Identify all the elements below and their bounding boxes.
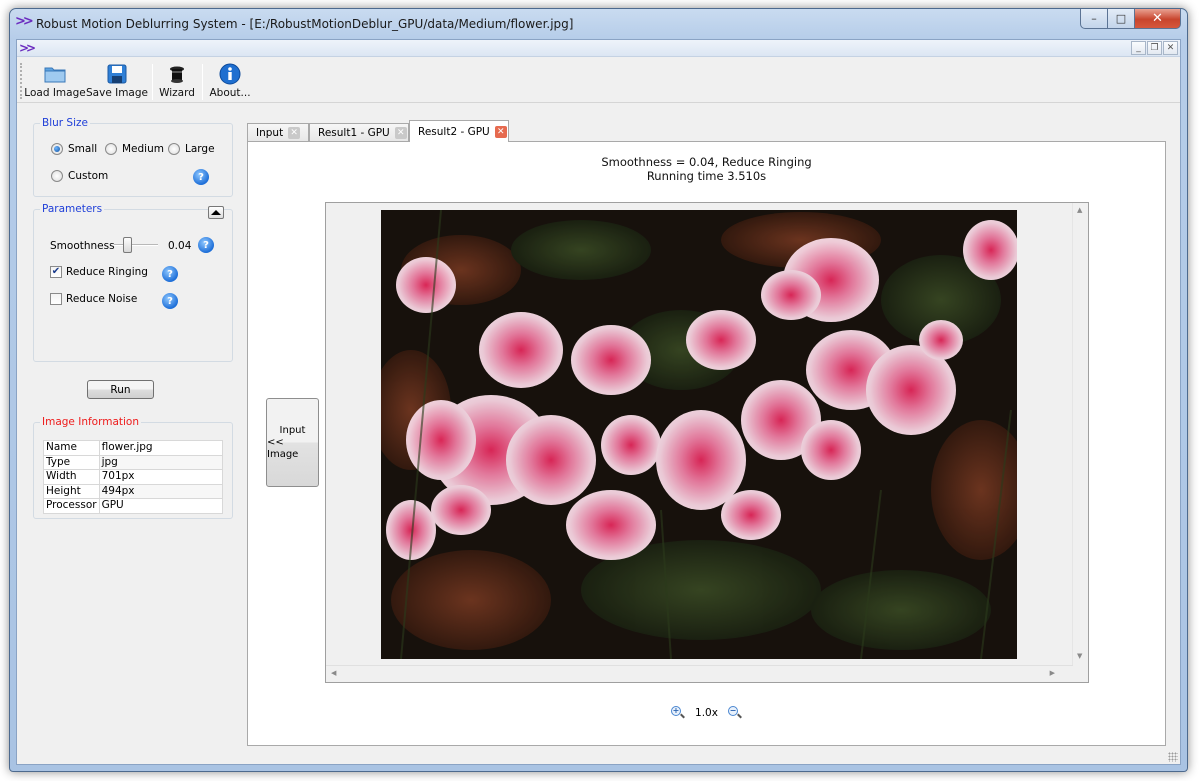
folder-icon bbox=[44, 63, 66, 85]
blur-size-title: Blur Size bbox=[40, 117, 90, 129]
checkbox-indicator bbox=[50, 293, 62, 305]
slider-track bbox=[114, 244, 158, 246]
blur-size-help-icon[interactable]: ? bbox=[193, 169, 209, 185]
mdi-restore-button[interactable]: ❐ bbox=[1147, 41, 1162, 55]
run-button[interactable]: Run bbox=[87, 380, 154, 399]
horizontal-scrollbar[interactable]: ◀ ▶ bbox=[326, 665, 1073, 682]
toolbar-separator bbox=[152, 64, 153, 100]
vertical-scrollbar[interactable]: ▲ ▼ bbox=[1072, 203, 1088, 666]
reduce-ringing-help-icon[interactable]: ? bbox=[162, 266, 178, 282]
floppy-disk-icon bbox=[106, 63, 128, 85]
save-image-button[interactable]: Save Image bbox=[86, 60, 148, 102]
zoom-controls: + 1.0x − bbox=[248, 706, 1165, 720]
wizard-button[interactable]: Wizard bbox=[157, 60, 197, 102]
table-row: Type jpg bbox=[43, 454, 224, 470]
slider-thumb[interactable] bbox=[123, 237, 132, 253]
tab-result2-gpu[interactable]: Result2 - GPU ✕ bbox=[409, 120, 509, 142]
result-caption-settings: Smoothness = 0.04, Reduce Ringing bbox=[601, 155, 812, 169]
switch-to-input-button[interactable]: Input << Image bbox=[266, 398, 319, 487]
about-button[interactable]: About... bbox=[207, 60, 253, 102]
radio-custom[interactable]: Custom bbox=[51, 170, 108, 182]
radio-small[interactable]: Small bbox=[51, 143, 97, 155]
radio-medium[interactable]: Medium bbox=[105, 143, 164, 155]
zoom-out-icon[interactable]: − bbox=[727, 706, 742, 720]
smoothness-slider[interactable] bbox=[114, 236, 158, 254]
result-image bbox=[381, 210, 1017, 659]
mdi-controls: _ ❐ ✕ bbox=[1131, 41, 1178, 55]
result-caption-time: Running time 3.510s bbox=[646, 169, 767, 183]
zoom-in-icon[interactable]: + bbox=[671, 706, 686, 720]
close-button[interactable]: ✕ bbox=[1135, 9, 1181, 29]
mdi-bar: >> _ ❐ ✕ bbox=[17, 40, 1180, 57]
window-title: Robust Motion Deblurring System - [E:/Ro… bbox=[36, 17, 574, 31]
reduce-noise-help-icon[interactable]: ? bbox=[162, 293, 178, 309]
reduce-noise-checkbox[interactable]: Reduce Noise bbox=[50, 293, 137, 305]
image-information-group: Image Information Name flower.jpg Type jpg… bbox=[33, 416, 233, 519]
resize-grip[interactable] bbox=[1168, 752, 1178, 762]
reduce-ringing-checkbox[interactable]: ✔ Reduce Ringing bbox=[50, 266, 148, 278]
tab-close-icon[interactable]: ✕ bbox=[288, 127, 301, 139]
tab-close-icon[interactable]: ✕ bbox=[394, 127, 407, 139]
tab-input[interactable]: Input ✕ bbox=[247, 123, 309, 142]
radio-indicator bbox=[168, 143, 180, 155]
tab-close-icon[interactable]: ✕ bbox=[494, 125, 507, 138]
table-row: Width 701px bbox=[43, 469, 224, 485]
mdi-close-button[interactable]: ✕ bbox=[1163, 41, 1178, 55]
collapse-parameters-button[interactable] bbox=[208, 206, 224, 219]
load-image-button[interactable]: Load Image bbox=[24, 60, 86, 102]
tab-result1-gpu[interactable]: Result1 - GPU ✕ bbox=[309, 123, 409, 142]
parameters-group: Parameters Smoothness 0.04 ? ✔ Reduce Ri… bbox=[33, 203, 233, 362]
radio-indicator bbox=[51, 143, 63, 155]
radio-indicator bbox=[105, 143, 117, 155]
table-row: Processor GPU bbox=[43, 498, 224, 514]
image-viewer[interactable]: ▲ ▼ ◀ ▶ bbox=[325, 202, 1089, 683]
mdi-app-icon[interactable]: >> bbox=[19, 42, 36, 54]
scroll-up-arrow-icon[interactable]: ▲ bbox=[1077, 206, 1082, 214]
result-panel: Smoothness = 0.04, Reduce Ringing Runnin… bbox=[247, 141, 1166, 746]
toolbar-separator bbox=[202, 64, 203, 100]
toolbar-grip[interactable] bbox=[20, 63, 22, 99]
minimize-button[interactable]: – bbox=[1080, 9, 1108, 29]
radio-large[interactable]: Large bbox=[168, 143, 215, 155]
image-info-table: Name flower.jpg Type jpg Width 701px Height… bbox=[43, 440, 224, 514]
magic-hat-icon bbox=[166, 63, 188, 85]
scroll-down-arrow-icon[interactable]: ▼ bbox=[1077, 652, 1082, 660]
app-icon: >> bbox=[15, 14, 34, 29]
checkbox-indicator: ✔ bbox=[50, 266, 62, 278]
info-icon bbox=[219, 63, 241, 85]
table-row: Name flower.jpg bbox=[43, 440, 224, 456]
smoothness-value: 0.04 bbox=[168, 240, 192, 252]
title-bar[interactable]: >> Robust Motion Deblurring System - [E:… bbox=[10, 9, 1187, 39]
parameters-title: Parameters bbox=[40, 203, 105, 215]
image-information-title: Image Information bbox=[40, 416, 142, 428]
smoothness-label: Smoothness bbox=[50, 240, 115, 252]
smoothness-help-icon[interactable]: ? bbox=[198, 237, 214, 253]
zoom-level: 1.0x bbox=[695, 707, 718, 719]
client-area: >> _ ❐ ✕ Load Image Save Image Wizard Ab… bbox=[16, 39, 1181, 765]
scroll-right-arrow-icon[interactable]: ▶ bbox=[1050, 669, 1055, 677]
toolbar: Load Image Save Image Wizard About... bbox=[17, 58, 1180, 103]
mdi-minimize-button[interactable]: _ bbox=[1131, 41, 1146, 55]
table-row: Height 494px bbox=[43, 483, 224, 499]
blur-size-group: Blur Size Small Medium Large Custom ? bbox=[33, 117, 233, 197]
radio-indicator bbox=[51, 170, 63, 182]
scroll-left-arrow-icon[interactable]: ◀ bbox=[331, 669, 336, 677]
main-window: >> Robust Motion Deblurring System - [E:… bbox=[9, 8, 1188, 772]
maximize-button[interactable]: □ bbox=[1108, 9, 1135, 29]
window-controls: – □ ✕ bbox=[1080, 9, 1181, 29]
